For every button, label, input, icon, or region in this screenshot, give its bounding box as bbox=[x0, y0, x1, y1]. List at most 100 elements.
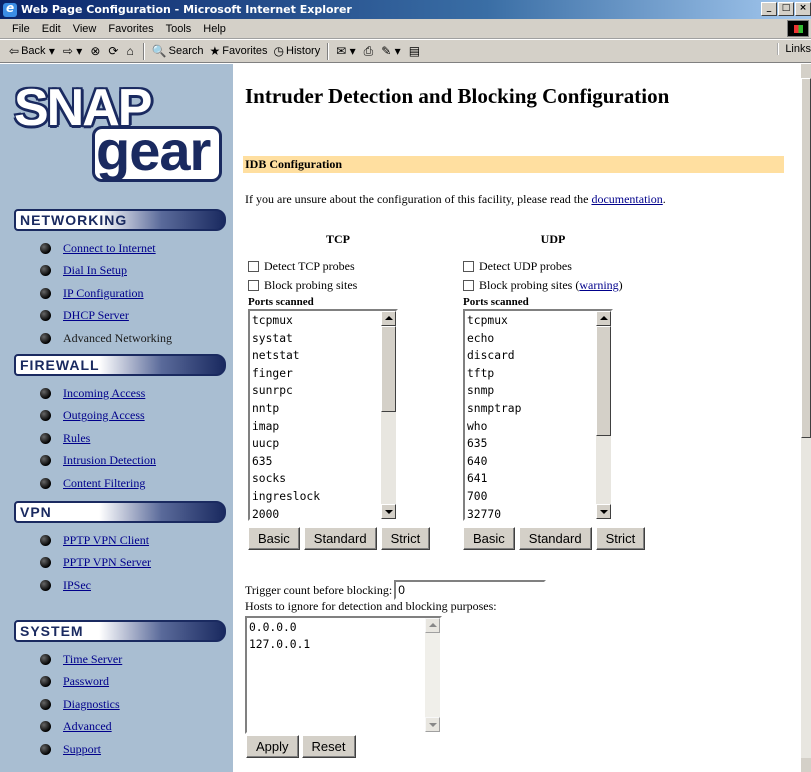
detect-udp-checkbox[interactable] bbox=[463, 261, 474, 272]
menu-tools[interactable]: Tools bbox=[160, 23, 198, 35]
nav-item-ip-configuration[interactable]: IP Configuration bbox=[14, 282, 226, 305]
tcp-standard-button[interactable]: Standard bbox=[303, 527, 377, 550]
refresh-button[interactable]: ⟳ bbox=[105, 44, 123, 58]
tcp-ports-listbox[interactable]: tcpmux systat netstat finger sunrpc nntp… bbox=[248, 309, 398, 521]
tcp-strict-button[interactable]: Strict bbox=[380, 527, 431, 550]
search-button[interactable]: 🔍 Search bbox=[149, 44, 207, 58]
list-item[interactable]: echo bbox=[467, 330, 521, 348]
udp-strict-button[interactable]: Strict bbox=[595, 527, 646, 550]
nav-link[interactable]: Diagnostics bbox=[63, 697, 120, 712]
list-item[interactable]: snmp bbox=[467, 382, 521, 400]
nav-link[interactable]: Dial In Setup bbox=[63, 263, 127, 278]
nav-item-time-server[interactable]: Time Server bbox=[14, 648, 226, 671]
history-button[interactable]: ◷ History bbox=[271, 44, 324, 58]
nav-item-outgoing-access[interactable]: Outgoing Access bbox=[14, 405, 226, 428]
hosts-ignore-textarea[interactable]: 0.0.0.0 127.0.0.1 bbox=[245, 616, 442, 734]
nav-link[interactable]: IPSec bbox=[63, 578, 91, 593]
list-item[interactable]: uucp bbox=[252, 435, 320, 453]
nav-link[interactable]: Time Server bbox=[63, 652, 122, 667]
list-item[interactable]: 700 bbox=[467, 488, 521, 506]
list-item[interactable]: netstat bbox=[252, 347, 320, 365]
scrollbar-thumb[interactable] bbox=[381, 326, 396, 412]
udp-basic-button[interactable]: Basic bbox=[463, 527, 515, 550]
scroll-up-arrow-icon[interactable] bbox=[425, 618, 440, 633]
hosts-textarea-scrollbar[interactable] bbox=[425, 618, 440, 732]
scroll-up-arrow-icon[interactable] bbox=[596, 311, 611, 326]
udp-standard-button[interactable]: Standard bbox=[518, 527, 592, 550]
list-item[interactable]: 32770 bbox=[467, 506, 521, 519]
nav-link[interactable]: Rules bbox=[63, 431, 90, 446]
block-udp-checkbox[interactable] bbox=[463, 280, 474, 291]
list-item[interactable]: who bbox=[467, 418, 521, 436]
nav-item-ipsec[interactable]: IPSec bbox=[14, 574, 226, 597]
nav-item-content-filtering[interactable]: Content Filtering bbox=[14, 472, 226, 495]
scrollbar-thumb[interactable] bbox=[596, 326, 611, 436]
nav-item-advanced[interactable]: Advanced bbox=[14, 716, 226, 739]
menu-edit[interactable]: Edit bbox=[36, 23, 67, 35]
nav-link[interactable]: Support bbox=[63, 742, 101, 757]
nav-link[interactable]: Password bbox=[63, 674, 109, 689]
discuss-button[interactable]: ▤ bbox=[406, 44, 425, 58]
nav-item-rules[interactable]: Rules bbox=[14, 427, 226, 450]
scroll-down-arrow-icon[interactable] bbox=[425, 717, 440, 732]
nav-item-intrusion-detection[interactable]: Intrusion Detection bbox=[14, 450, 226, 473]
tcp-basic-button[interactable]: Basic bbox=[248, 527, 300, 550]
nav-item-incoming-access[interactable]: Incoming Access bbox=[14, 382, 226, 405]
warning-link[interactable]: warning bbox=[579, 278, 618, 293]
nav-link[interactable]: IP Configuration bbox=[63, 286, 144, 301]
menu-view[interactable]: View bbox=[67, 23, 103, 35]
udp-ports-listbox[interactable]: tcpmux echo discard tftp snmp snmptrap w… bbox=[463, 309, 613, 521]
maximize-button[interactable]: □ bbox=[778, 2, 794, 16]
list-item[interactable]: tcpmux bbox=[467, 312, 521, 330]
stop-button[interactable]: ⊗ bbox=[87, 44, 105, 58]
nav-item-support[interactable]: Support bbox=[14, 738, 226, 761]
list-item[interactable]: socks bbox=[252, 470, 320, 488]
list-item[interactable]: nntp bbox=[252, 400, 320, 418]
nav-link[interactable]: DHCP Server bbox=[63, 308, 129, 323]
nav-link[interactable]: Advanced bbox=[63, 719, 112, 734]
page-scrollbar[interactable] bbox=[801, 64, 811, 772]
nav-link[interactable]: Intrusion Detection bbox=[63, 453, 156, 468]
scroll-down-arrow-icon[interactable] bbox=[381, 504, 396, 519]
nav-link[interactable]: Incoming Access bbox=[63, 386, 145, 401]
list-item[interactable]: snmptrap bbox=[467, 400, 521, 418]
nav-item-pptp-vpn-client[interactable]: PPTP VPN Client bbox=[14, 529, 226, 552]
documentation-link[interactable]: documentation bbox=[591, 192, 662, 206]
list-item[interactable]: discard bbox=[467, 347, 521, 365]
apply-button[interactable]: Apply bbox=[246, 735, 299, 758]
print-button[interactable]: ⎙ bbox=[361, 44, 379, 59]
minimize-button[interactable]: _ bbox=[761, 2, 777, 16]
scroll-down-arrow-icon[interactable] bbox=[801, 758, 811, 772]
list-item[interactable]: 635 bbox=[467, 435, 521, 453]
nav-link[interactable]: Connect to Internet bbox=[63, 241, 156, 256]
block-udp-row[interactable]: Block probing sites (warning) bbox=[463, 276, 663, 295]
nav-link[interactable]: PPTP VPN Server bbox=[63, 555, 151, 570]
menu-file[interactable]: File bbox=[6, 23, 36, 35]
tcp-listbox-scrollbar[interactable] bbox=[381, 311, 396, 519]
detect-udp-row[interactable]: Detect UDP probes bbox=[463, 257, 663, 276]
nav-item-connect-to-internet[interactable]: Connect to Internet bbox=[14, 237, 226, 260]
scroll-down-arrow-icon[interactable] bbox=[596, 504, 611, 519]
list-item[interactable]: 2000 bbox=[252, 506, 320, 519]
list-item[interactable]: finger bbox=[252, 365, 320, 383]
list-item[interactable]: systat bbox=[252, 330, 320, 348]
nav-item-diagnostics[interactable]: Diagnostics bbox=[14, 693, 226, 716]
nav-item-pptp-vpn-server[interactable]: PPTP VPN Server bbox=[14, 552, 226, 575]
reset-button[interactable]: Reset bbox=[301, 735, 356, 758]
nav-item-dhcp-server[interactable]: DHCP Server bbox=[14, 305, 226, 328]
nav-link[interactable]: Content Filtering bbox=[63, 476, 145, 491]
favorites-button[interactable]: ★ Favorites bbox=[207, 44, 271, 58]
list-item[interactable]: sunrpc bbox=[252, 382, 320, 400]
nav-item-dial-in-setup[interactable]: Dial In Setup bbox=[14, 260, 226, 283]
nav-item-password[interactable]: Password bbox=[14, 671, 226, 694]
close-button[interactable]: × bbox=[795, 2, 811, 16]
list-item[interactable]: ingreslock bbox=[252, 488, 320, 506]
scroll-up-arrow-icon[interactable] bbox=[381, 311, 396, 326]
menu-help[interactable]: Help bbox=[197, 23, 232, 35]
home-button[interactable]: ⌂ bbox=[123, 44, 138, 58]
block-tcp-row[interactable]: Block probing sites bbox=[248, 276, 448, 295]
mail-button[interactable]: ✉ ▾ bbox=[333, 44, 360, 58]
detect-tcp-row[interactable]: Detect TCP probes bbox=[248, 257, 448, 276]
nav-link[interactable]: PPTP VPN Client bbox=[63, 533, 149, 548]
back-button[interactable]: ⇦ Back ▾ bbox=[6, 44, 60, 58]
